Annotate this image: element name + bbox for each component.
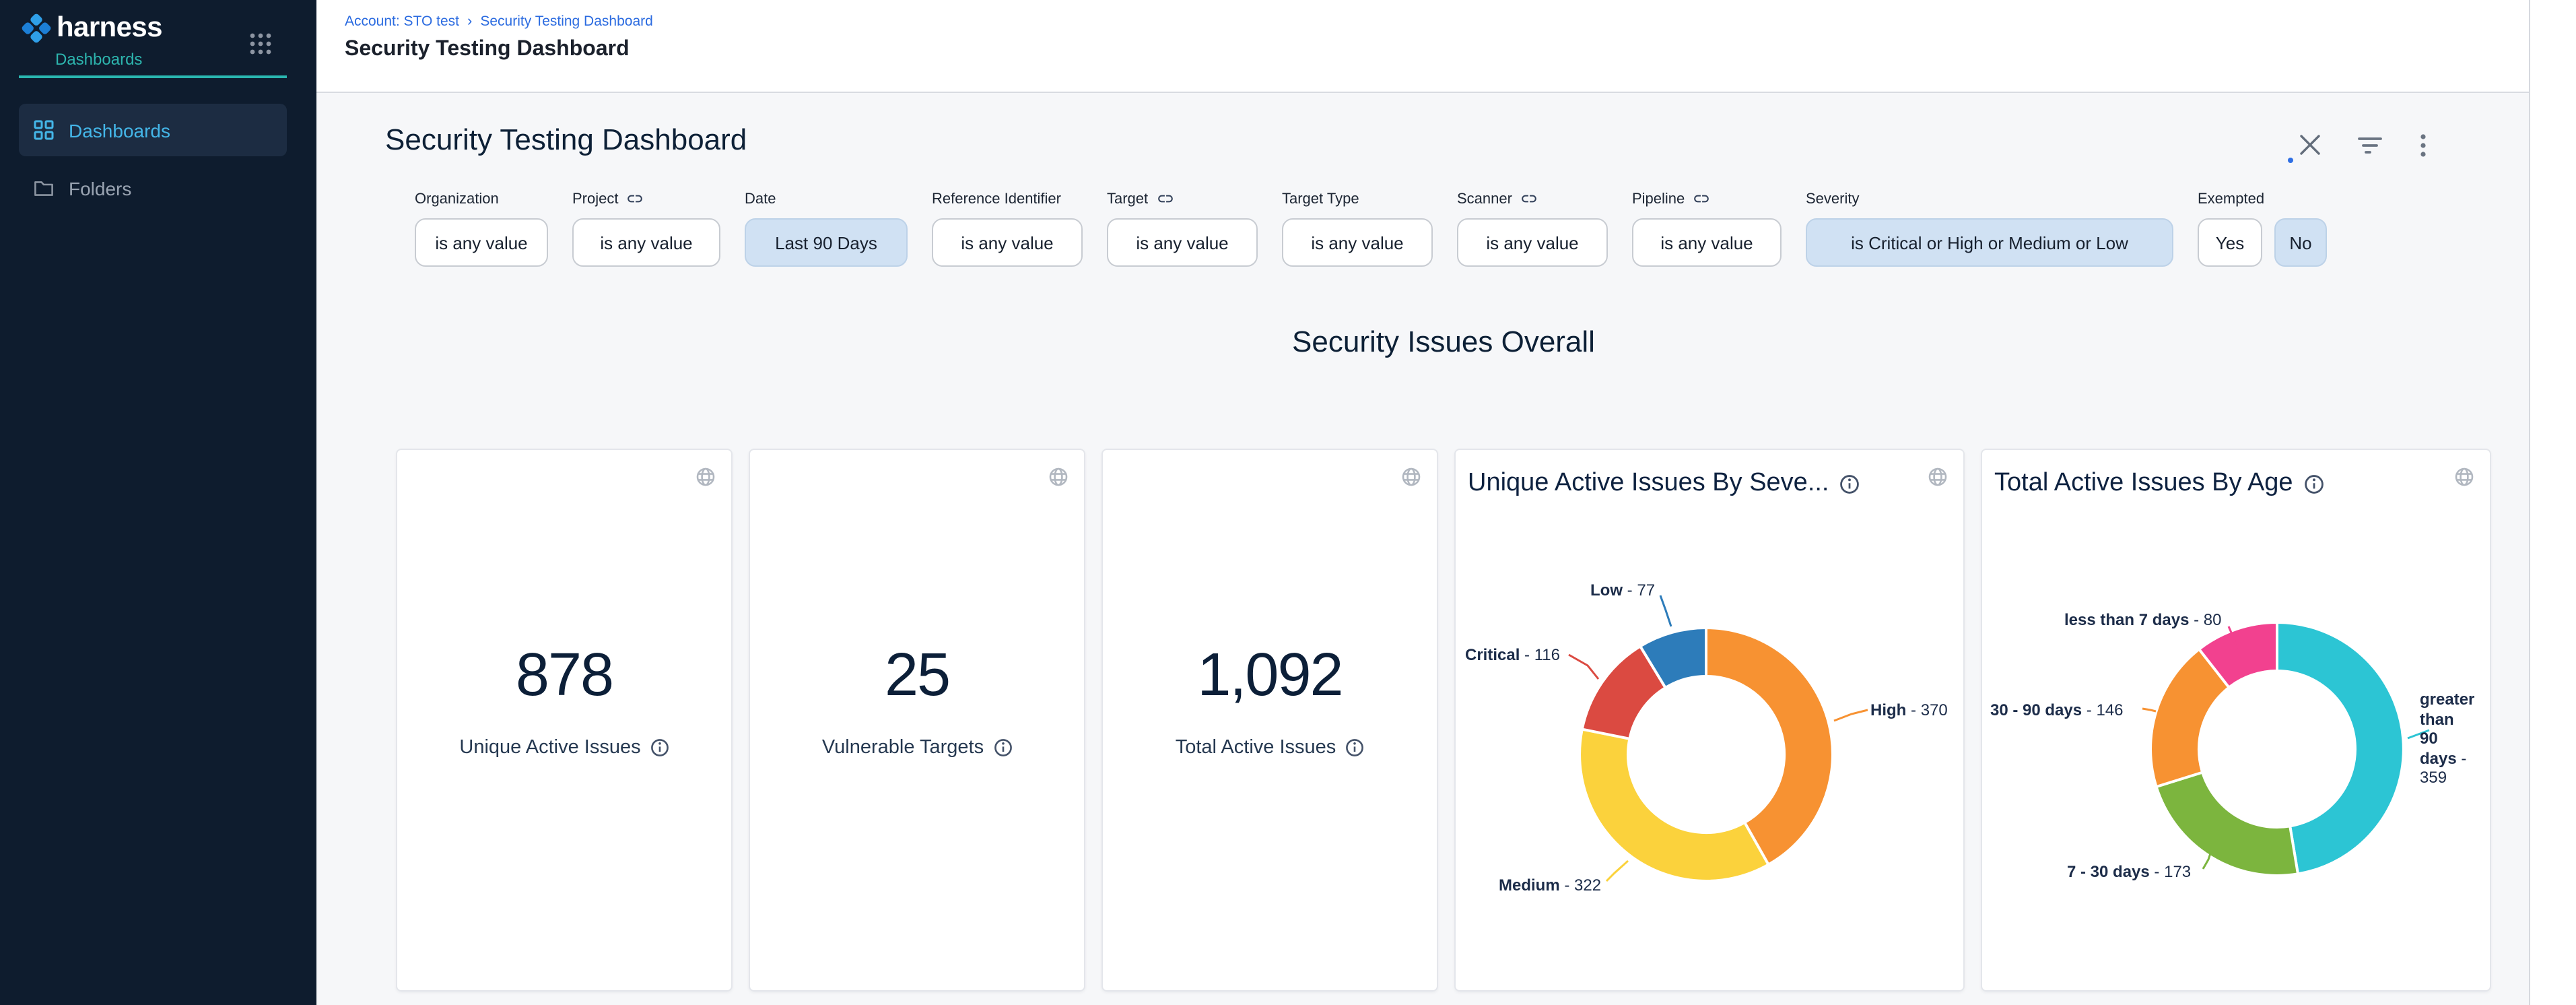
info-icon[interactable] bbox=[1345, 738, 1364, 756]
filter-label: Target bbox=[1107, 191, 1148, 207]
link-icon bbox=[627, 190, 644, 207]
slice-7-30[interactable] bbox=[2157, 773, 2298, 876]
slice-label-greater-90: greater than 90 days - 359 bbox=[2420, 690, 2474, 787]
filter-target: Target is any value bbox=[1107, 190, 1258, 267]
slice-label-7-30: 7 - 30 days - 173 bbox=[2067, 862, 2191, 881]
filter-exempted-no-button[interactable]: No bbox=[2274, 218, 2327, 267]
slice-label-high: High - 370 bbox=[1870, 701, 1948, 719]
app-sidebar: harness Dashboards Dash bbox=[0, 0, 316, 1005]
stat-value: 1,092 bbox=[1197, 639, 1342, 709]
harness-logo-icon bbox=[19, 11, 54, 46]
sidebar-accent-underline bbox=[19, 75, 287, 78]
filter-date-value[interactable]: Last 90 Days bbox=[745, 218, 908, 267]
slice-label-less-7: less than 7 days - 80 bbox=[2064, 610, 2222, 629]
link-icon bbox=[1156, 190, 1174, 207]
breadcrumb: Account: STO test › Security Testing Das… bbox=[345, 13, 653, 30]
dashboards-grid-icon bbox=[34, 120, 54, 140]
filter-project-value[interactable]: is any value bbox=[572, 218, 720, 267]
filter-scanner: Scanner is any value bbox=[1457, 190, 1608, 267]
sidebar-item-label: Folders bbox=[69, 177, 131, 199]
filter-label: Project bbox=[572, 191, 619, 207]
filter-label: Pipeline bbox=[1632, 191, 1685, 207]
filter-scanner-value[interactable]: is any value bbox=[1457, 218, 1608, 267]
section-title: Security Issues Overall bbox=[396, 325, 2491, 360]
filter-date: Date Last 90 Days bbox=[745, 191, 908, 267]
sidebar-item-label: Dashboards bbox=[69, 119, 170, 141]
filter-pipeline-value[interactable]: is any value bbox=[1632, 218, 1782, 267]
filter-organization-value[interactable]: is any value bbox=[415, 218, 548, 267]
filter-label: Organization bbox=[415, 191, 499, 207]
slice-label-medium: Medium - 322 bbox=[1499, 876, 1601, 895]
filter-label: Scanner bbox=[1457, 191, 1512, 207]
filter-target-value[interactable]: is any value bbox=[1107, 218, 1258, 267]
slice-medium[interactable] bbox=[1580, 730, 1769, 881]
sidebar-item-dashboards[interactable]: Dashboards bbox=[19, 104, 287, 156]
tile-total-active-issues-by-age: Total Active Issues By Age bbox=[1981, 449, 2491, 992]
folder-icon bbox=[34, 178, 54, 198]
breadcrumb-page-link[interactable]: Security Testing Dashboard bbox=[480, 13, 652, 30]
filter-exempted-yes-button[interactable]: Yes bbox=[2198, 218, 2262, 267]
filter-target-type: Target Type is any value bbox=[1282, 191, 1433, 267]
link-icon bbox=[1693, 190, 1710, 207]
filter-label: Date bbox=[745, 191, 776, 207]
link-icon bbox=[1520, 190, 1538, 207]
breadcrumb-account-link[interactable]: Account: STO test bbox=[345, 13, 459, 30]
dashboard-title: Security Testing Dashboard bbox=[385, 123, 747, 158]
product-label: Dashboards bbox=[55, 50, 142, 69]
slice-label-30-90: 30 - 90 days - 146 bbox=[1990, 701, 2124, 719]
filter-reference-identifier: Reference Identifier is any value bbox=[932, 191, 1083, 267]
filter-label: Target Type bbox=[1282, 191, 1359, 207]
brand-name: harness bbox=[57, 12, 162, 44]
leader-line bbox=[1606, 861, 1628, 881]
stat-label: Unique Active Issues bbox=[459, 736, 640, 758]
leader-line bbox=[1834, 710, 1868, 721]
kebab-menu-icon[interactable] bbox=[2420, 133, 2427, 164]
sidebar-item-folders[interactable]: Folders bbox=[19, 162, 287, 214]
info-icon[interactable] bbox=[993, 738, 1012, 756]
slice-label-low: Low - 77 bbox=[1590, 581, 1655, 599]
filter-reference-identifier-value[interactable]: is any value bbox=[932, 218, 1083, 267]
slice-label-critical: Critical - 116 bbox=[1465, 645, 1560, 664]
tile-unique-active-issues-by-severity: Unique Active Issues By Seve... bbox=[1454, 449, 1965, 992]
filter-exempted: Exempted Yes No bbox=[2198, 191, 2327, 267]
app-window: harness Dashboards Dash bbox=[0, 0, 2576, 1005]
filter-icon[interactable] bbox=[2358, 136, 2382, 162]
slice-greater-90[interactable] bbox=[2277, 622, 2404, 874]
filter-pipeline: Pipeline is any value bbox=[1632, 190, 1782, 267]
notification-dot bbox=[2288, 158, 2293, 163]
filter-severity-value[interactable]: is Critical or High or Medium or Low bbox=[1806, 218, 2173, 267]
page-title: Security Testing Dashboard bbox=[345, 38, 630, 62]
stat-value: 878 bbox=[516, 639, 613, 709]
leader-line bbox=[1569, 655, 1598, 679]
tile-total-active-issues: 1,092 Total Active Issues bbox=[1101, 449, 1438, 992]
stat-label: Vulnerable Targets bbox=[822, 736, 984, 758]
leader-line bbox=[2142, 709, 2156, 711]
filter-bar: Organization is any value Project is any… bbox=[415, 190, 2327, 267]
stat-value: 25 bbox=[885, 639, 949, 709]
filter-organization: Organization is any value bbox=[415, 191, 548, 267]
filter-target-type-value[interactable]: is any value bbox=[1282, 218, 1433, 267]
topbar: Account: STO test › Security Testing Das… bbox=[316, 0, 2529, 93]
filter-project: Project is any value bbox=[572, 190, 720, 267]
scrollbar-gutter[interactable] bbox=[2529, 0, 2576, 1005]
filter-severity: Severity is Critical or High or Medium o… bbox=[1806, 191, 2173, 267]
stat-label: Total Active Issues bbox=[1176, 736, 1336, 758]
filter-label: Reference Identifier bbox=[932, 191, 1061, 207]
filter-label: Severity bbox=[1806, 191, 1860, 207]
apps-grid-icon[interactable] bbox=[249, 32, 272, 62]
close-icon[interactable] bbox=[2299, 133, 2321, 163]
tiles-row: 878 Unique Active Issues 25 Vulnerab bbox=[396, 449, 2491, 992]
leader-line bbox=[1660, 595, 1671, 626]
age-donut-chart bbox=[1982, 450, 2493, 993]
tile-vulnerable-targets: 25 Vulnerable Targets bbox=[749, 449, 1085, 992]
info-icon[interactable] bbox=[650, 738, 669, 756]
breadcrumb-separator: › bbox=[467, 13, 472, 30]
dashboard-main: Security Testing Dashboard Organization … bbox=[316, 93, 2529, 1005]
severity-donut-chart bbox=[1456, 450, 1966, 993]
harness-brand[interactable]: harness bbox=[19, 11, 162, 46]
tile-unique-active-issues: 878 Unique Active Issues bbox=[396, 449, 733, 992]
filter-label: Exempted bbox=[2198, 191, 2264, 207]
